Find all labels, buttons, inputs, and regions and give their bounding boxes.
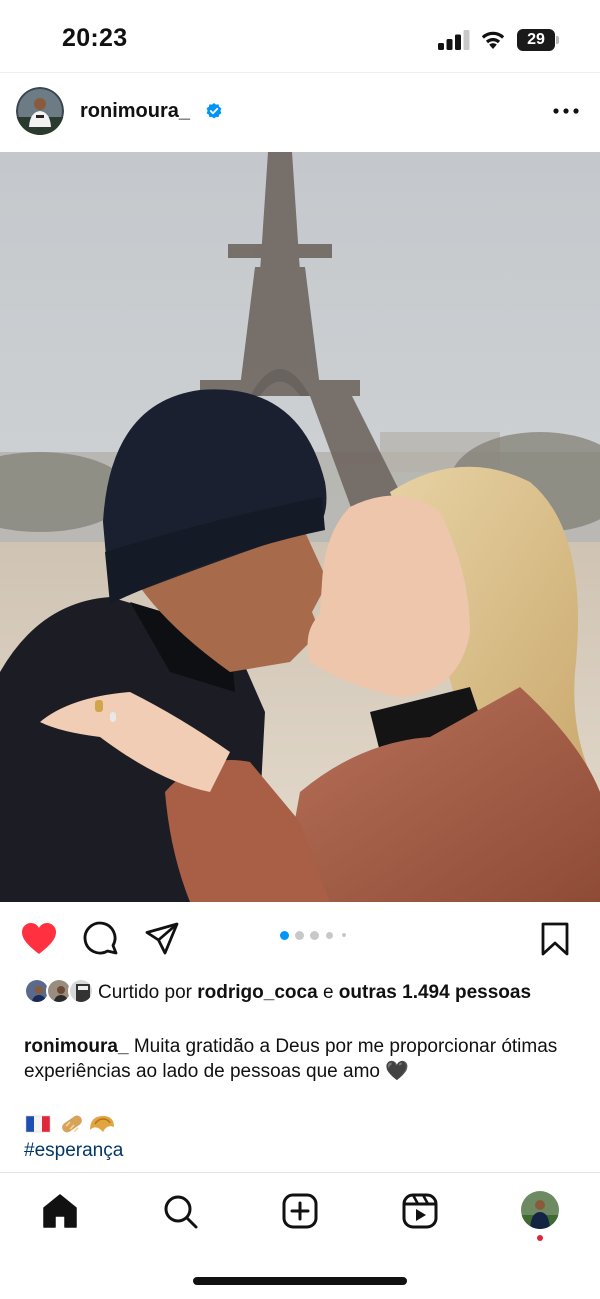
- home-icon[interactable]: [40, 1191, 80, 1231]
- likes-suffix[interactable]: pessoas: [455, 982, 531, 1003]
- carousel-dot: [326, 932, 333, 939]
- post-caption: ronimoura_ Muita gratidão a Deus por me …: [24, 1034, 580, 1084]
- likes-others-count[interactable]: outras 1.494: [339, 982, 450, 1003]
- status-time: 20:23: [62, 24, 128, 52]
- save-bookmark-icon[interactable]: [536, 920, 574, 958]
- search-icon[interactable]: [160, 1191, 200, 1231]
- liker-avatars[interactable]: [24, 978, 96, 1006]
- caption-username[interactable]: ronimoura_: [24, 1036, 129, 1057]
- post-username[interactable]: ronimoura_: [80, 100, 190, 123]
- carousel-dot-active: [280, 931, 289, 940]
- profile-notification-dot: [537, 1235, 543, 1241]
- couple-kiss-eiffel-photo: [0, 152, 600, 902]
- battery-icon: 29: [517, 29, 559, 51]
- carousel-dot: [342, 933, 346, 937]
- bottom-nav: [0, 1172, 600, 1299]
- home-indicator: [193, 1277, 407, 1285]
- wifi-icon: [481, 31, 505, 49]
- avatar[interactable]: [16, 87, 64, 135]
- reels-icon[interactable]: [400, 1191, 440, 1231]
- likes-text[interactable]: Curtido por rodrigo_coca e outras 1.494 …: [98, 980, 558, 1005]
- carousel-dot: [310, 931, 319, 940]
- verified-badge-icon: [206, 103, 222, 119]
- likes-joiner: e: [322, 982, 334, 1003]
- avatar-image: [16, 87, 64, 135]
- battery-level: 29: [517, 29, 555, 51]
- caption-emojis: 🇫🇷🥖🥐: [24, 1110, 116, 1138]
- caption-hashtag[interactable]: #esperança: [24, 1140, 123, 1162]
- signal-icon: [438, 30, 470, 50]
- carousel-dot: [295, 931, 304, 940]
- comment-icon[interactable]: [82, 920, 120, 958]
- share-send-icon[interactable]: [143, 920, 181, 958]
- post-header: ronimoura_: [0, 72, 600, 152]
- likes-user[interactable]: rodrigo_coca: [197, 982, 317, 1003]
- emoji-icons: [25, 1115, 114, 1133]
- liker-avatar: [68, 978, 94, 1004]
- profile-avatar-image: [521, 1191, 559, 1229]
- likes-prefix: Curtido por: [98, 982, 192, 1003]
- post-photo[interactable]: [0, 152, 600, 902]
- like-heart-icon[interactable]: [20, 920, 58, 958]
- profile-avatar[interactable]: [521, 1191, 559, 1229]
- status-bar: 20:23 29: [0, 0, 600, 72]
- more-options-icon[interactable]: [550, 101, 582, 121]
- create-icon[interactable]: [280, 1191, 320, 1231]
